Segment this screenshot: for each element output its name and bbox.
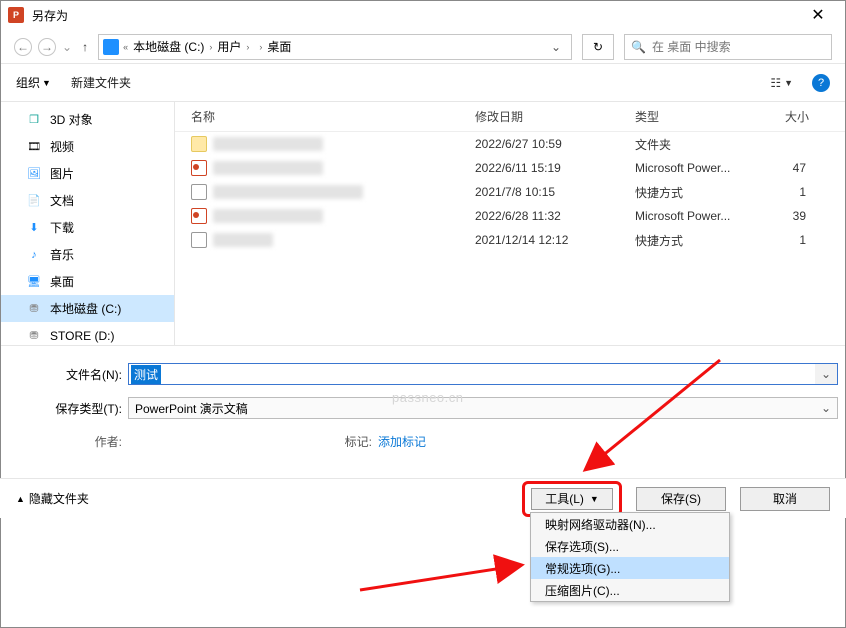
ppt-icon	[191, 208, 207, 224]
new-folder-button[interactable]: 新建文件夹	[71, 74, 131, 91]
drive-icon: ⛃	[26, 301, 42, 317]
chevron-up-icon: ▲	[16, 494, 25, 504]
address-dropdown-icon[interactable]: ⌄	[545, 40, 567, 54]
search-icon: 🔍	[631, 40, 646, 54]
tags-label: 标记:	[308, 433, 378, 450]
file-name-redacted	[213, 233, 273, 247]
col-size[interactable]: 大小	[785, 108, 846, 125]
menu-map-drive[interactable]: 映射网络驱动器(N)...	[531, 513, 729, 535]
file-name-redacted	[213, 161, 323, 175]
col-date[interactable]: 修改日期	[475, 108, 635, 125]
sidebar: ❒3D 对象 🎞视频 🖼图片 📄文档 ⬇下载 ♪音乐 🖥桌面 ⛃本地磁盘 (C:…	[0, 102, 175, 345]
file-row[interactable]: 2022/6/11 15:19 Microsoft Power... 47	[175, 156, 846, 180]
chevron-down-icon: ▼	[590, 494, 599, 504]
ppt-icon	[191, 160, 207, 176]
drive-icon: ⛃	[26, 328, 42, 344]
window-title: 另存为	[32, 7, 798, 24]
filename-dropdown-icon[interactable]: ⌄	[815, 364, 837, 384]
breadcrumb-drive[interactable]: 本地磁盘 (C:)	[132, 36, 205, 57]
breadcrumb-desktop[interactable]: 桌面	[266, 36, 292, 57]
breadcrumb-user[interactable]	[253, 45, 255, 49]
help-button[interactable]: ?	[812, 74, 830, 92]
video-icon: 🎞	[26, 139, 42, 155]
file-row[interactable]: 2022/6/27 10:59 文件夹	[175, 132, 846, 156]
desktop-icon: 🖥	[26, 274, 42, 290]
cancel-button[interactable]: 取消	[740, 487, 830, 511]
sidebar-item-videos[interactable]: 🎞视频	[0, 133, 174, 160]
save-button[interactable]: 保存(S)	[636, 487, 726, 511]
sidebar-item-music[interactable]: ♪音乐	[0, 241, 174, 268]
col-name[interactable]: 名称	[175, 108, 475, 125]
view-mode-button[interactable]: ☷ ▼	[765, 73, 798, 93]
tags-add-link[interactable]: 添加标记	[378, 433, 426, 450]
up-button[interactable]: ↑	[78, 40, 92, 54]
sidebar-item-pictures[interactable]: 🖼图片	[0, 160, 174, 187]
column-headers: 名称 修改日期 类型 大小	[175, 102, 846, 132]
titlebar: P 另存为 ✕	[0, 0, 846, 30]
file-row[interactable]: 2021/12/14 12:12 快捷方式 1	[175, 228, 846, 252]
file-row[interactable]: 2022/6/28 11:32 Microsoft Power... 39	[175, 204, 846, 228]
chevron-down-icon: ▼	[42, 78, 51, 88]
savetype-label: 保存类型(T):	[8, 400, 128, 417]
search-placeholder: 在 桌面 中搜索	[652, 38, 731, 55]
file-name-redacted	[213, 209, 323, 223]
savetype-value: PowerPoint 演示文稿	[135, 400, 248, 417]
back-button[interactable]: ←	[14, 38, 32, 56]
list-view-icon: ☷	[770, 76, 781, 90]
watermark: passneo.cn	[392, 390, 464, 405]
sidebar-item-desktop[interactable]: 🖥桌面	[0, 268, 174, 295]
cube-icon: ❒	[26, 112, 42, 128]
savetype-select[interactable]: PowerPoint 演示文稿 ⌄	[128, 397, 838, 419]
organize-button[interactable]: 组织 ▼	[16, 74, 51, 91]
filename-label: 文件名(N):	[8, 366, 128, 383]
address-bar[interactable]: « 本地磁盘 (C:) › 用户 › › 桌面 ⌄	[98, 34, 572, 60]
tools-menu: 映射网络驱动器(N)... 保存选项(S)... 常规选项(G)... 压缩图片…	[530, 512, 730, 602]
picture-icon: 🖼	[26, 166, 42, 182]
file-name-redacted	[213, 185, 363, 199]
file-row[interactable]: 2021/7/8 10:15 快捷方式 1	[175, 180, 846, 204]
filename-value: 测试	[131, 365, 161, 384]
menu-general-options[interactable]: 常规选项(G)...	[531, 557, 729, 579]
sidebar-item-documents[interactable]: 📄文档	[0, 187, 174, 214]
breadcrumb-users[interactable]: 用户	[216, 36, 242, 57]
sidebar-item-drive-c[interactable]: ⛃本地磁盘 (C:)	[0, 295, 174, 322]
tools-button[interactable]: 工具(L) ▼	[531, 488, 613, 510]
shortcut-icon	[191, 232, 207, 248]
author-label: 作者:	[8, 433, 128, 450]
file-list: 名称 修改日期 类型 大小 2022/6/27 10:59 文件夹 2022/6…	[175, 102, 846, 345]
document-icon: 📄	[26, 193, 42, 209]
forward-button[interactable]: →	[38, 38, 56, 56]
powerpoint-app-icon: P	[8, 7, 24, 23]
recent-dropdown-icon[interactable]: ⌄	[62, 40, 72, 54]
sidebar-item-downloads[interactable]: ⬇下载	[0, 214, 174, 241]
col-type[interactable]: 类型	[635, 108, 785, 125]
close-button[interactable]: ✕	[798, 1, 838, 29]
folder-icon	[191, 136, 207, 152]
filename-input[interactable]: 测试 ⌄	[128, 363, 838, 385]
menu-compress-pictures[interactable]: 压缩图片(C)...	[531, 579, 729, 601]
breadcrumb-sep: «	[122, 42, 129, 52]
sidebar-item-3d[interactable]: ❒3D 对象	[0, 106, 174, 133]
chevron-down-icon: ▼	[784, 78, 793, 88]
menu-save-options[interactable]: 保存选项(S)...	[531, 535, 729, 557]
refresh-button[interactable]: ↻	[582, 34, 614, 60]
navigation-bar: ← → ⌄ ↑ « 本地磁盘 (C:) › 用户 › › 桌面 ⌄ ↻ 🔍 在 …	[0, 30, 846, 64]
hide-folders-button[interactable]: ▲ 隐藏文件夹	[16, 490, 89, 507]
sidebar-item-drive-d[interactable]: ⛃STORE (D:)	[0, 322, 174, 345]
search-input[interactable]: 🔍 在 桌面 中搜索	[624, 34, 832, 60]
music-icon: ♪	[26, 247, 42, 263]
drive-icon	[103, 39, 119, 55]
download-icon: ⬇	[26, 220, 42, 236]
chevron-down-icon: ⌄	[821, 401, 831, 415]
shortcut-icon	[191, 184, 207, 200]
file-name-redacted	[213, 137, 323, 151]
toolbar: 组织 ▼ 新建文件夹 ☷ ▼ ?	[0, 64, 846, 102]
